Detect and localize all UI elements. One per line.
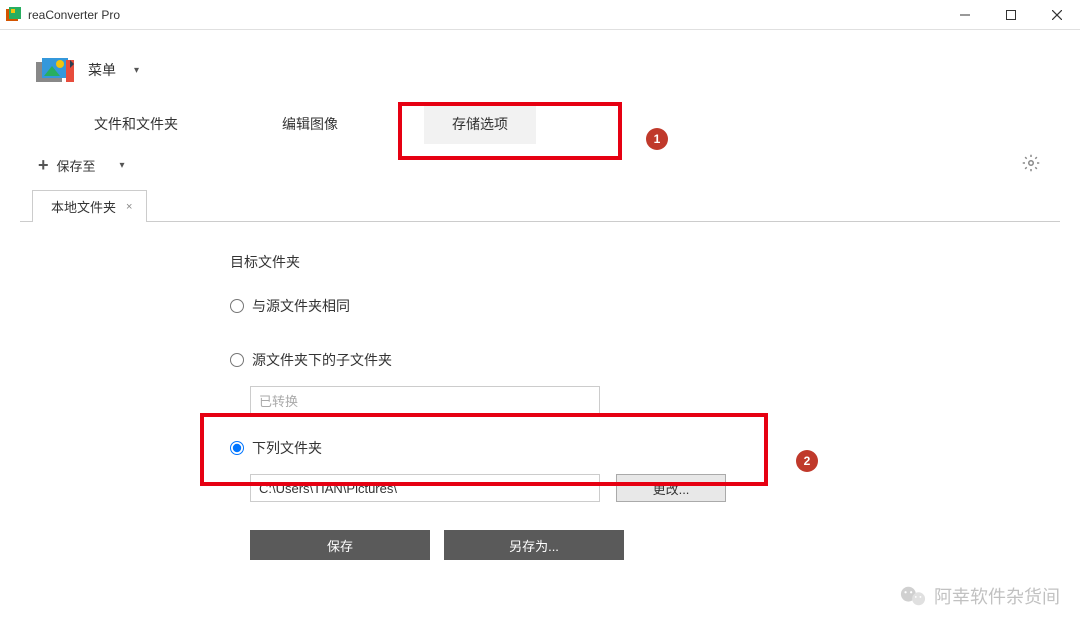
- watermark-text: 阿幸软件杂货间: [934, 583, 1060, 609]
- secondary-toolbar: + 保存至 ▾: [20, 144, 1060, 186]
- target-folder-label: 目标文件夹: [230, 252, 1060, 272]
- gear-icon[interactable]: [1022, 154, 1040, 177]
- radio-following-folder[interactable]: [230, 441, 244, 455]
- titlebar-left: reaConverter Pro: [6, 7, 120, 23]
- window-controls: [942, 0, 1080, 30]
- window-title: reaConverter Pro: [28, 8, 120, 22]
- radio-subfolder[interactable]: [230, 353, 244, 367]
- tab-edit-image[interactable]: 编辑图像: [254, 104, 366, 144]
- menu-icon: [36, 56, 74, 84]
- save-button[interactable]: 保存: [250, 530, 430, 560]
- subfolder-name-input[interactable]: [250, 386, 600, 414]
- close-button[interactable]: [1034, 0, 1080, 30]
- plus-icon: +: [38, 155, 49, 176]
- app-icon: [6, 7, 22, 23]
- radio-following-folder-row: 下列文件夹: [230, 438, 1060, 458]
- subtab-close-icon[interactable]: ×: [126, 201, 132, 213]
- wechat-icon: [900, 585, 926, 607]
- radio-subfolder-row: 源文件夹下的子文件夹: [230, 350, 1060, 370]
- save-as-button[interactable]: 另存为...: [444, 530, 624, 560]
- annotation-badge-2: 2: [796, 450, 818, 472]
- radio-same-as-source-row: 与源文件夹相同: [230, 296, 1060, 316]
- subtab-local-folder[interactable]: 本地文件夹 ×: [32, 190, 147, 222]
- subtab-label: 本地文件夹: [51, 197, 116, 216]
- change-button[interactable]: 更改...: [616, 474, 726, 502]
- sub-tabs: 本地文件夹 ×: [20, 190, 1060, 222]
- tab-storage-options[interactable]: 存储选项: [424, 104, 536, 144]
- maximize-button[interactable]: [988, 0, 1034, 30]
- radio-same-as-source-label[interactable]: 与源文件夹相同: [252, 296, 350, 316]
- radio-same-as-source[interactable]: [230, 299, 244, 313]
- menu-caret-icon: ▾: [134, 65, 139, 76]
- save-to-label: 保存至: [57, 156, 96, 175]
- chevron-down-icon: ▾: [120, 160, 125, 171]
- annotation-badge-1: 1: [646, 128, 668, 150]
- main-menu[interactable]: 菜单 ▾: [20, 40, 1060, 100]
- storage-panel: 目标文件夹 与源文件夹相同 源文件夹下的子文件夹 下列文件夹 更改... 保存 …: [20, 222, 1060, 560]
- menu-label: 菜单: [88, 60, 116, 80]
- radio-following-folder-label[interactable]: 下列文件夹: [252, 438, 322, 458]
- save-to-dropdown[interactable]: + 保存至 ▾: [38, 155, 125, 176]
- tab-files-and-folders[interactable]: 文件和文件夹: [66, 104, 206, 144]
- titlebar: reaConverter Pro: [0, 0, 1080, 30]
- minimize-button[interactable]: [942, 0, 988, 30]
- main-tabs: 文件和文件夹 编辑图像 存储选项: [20, 104, 1060, 144]
- radio-subfolder-label[interactable]: 源文件夹下的子文件夹: [252, 350, 392, 370]
- folder-path-input[interactable]: [250, 474, 600, 502]
- watermark: 阿幸软件杂货间: [900, 583, 1060, 609]
